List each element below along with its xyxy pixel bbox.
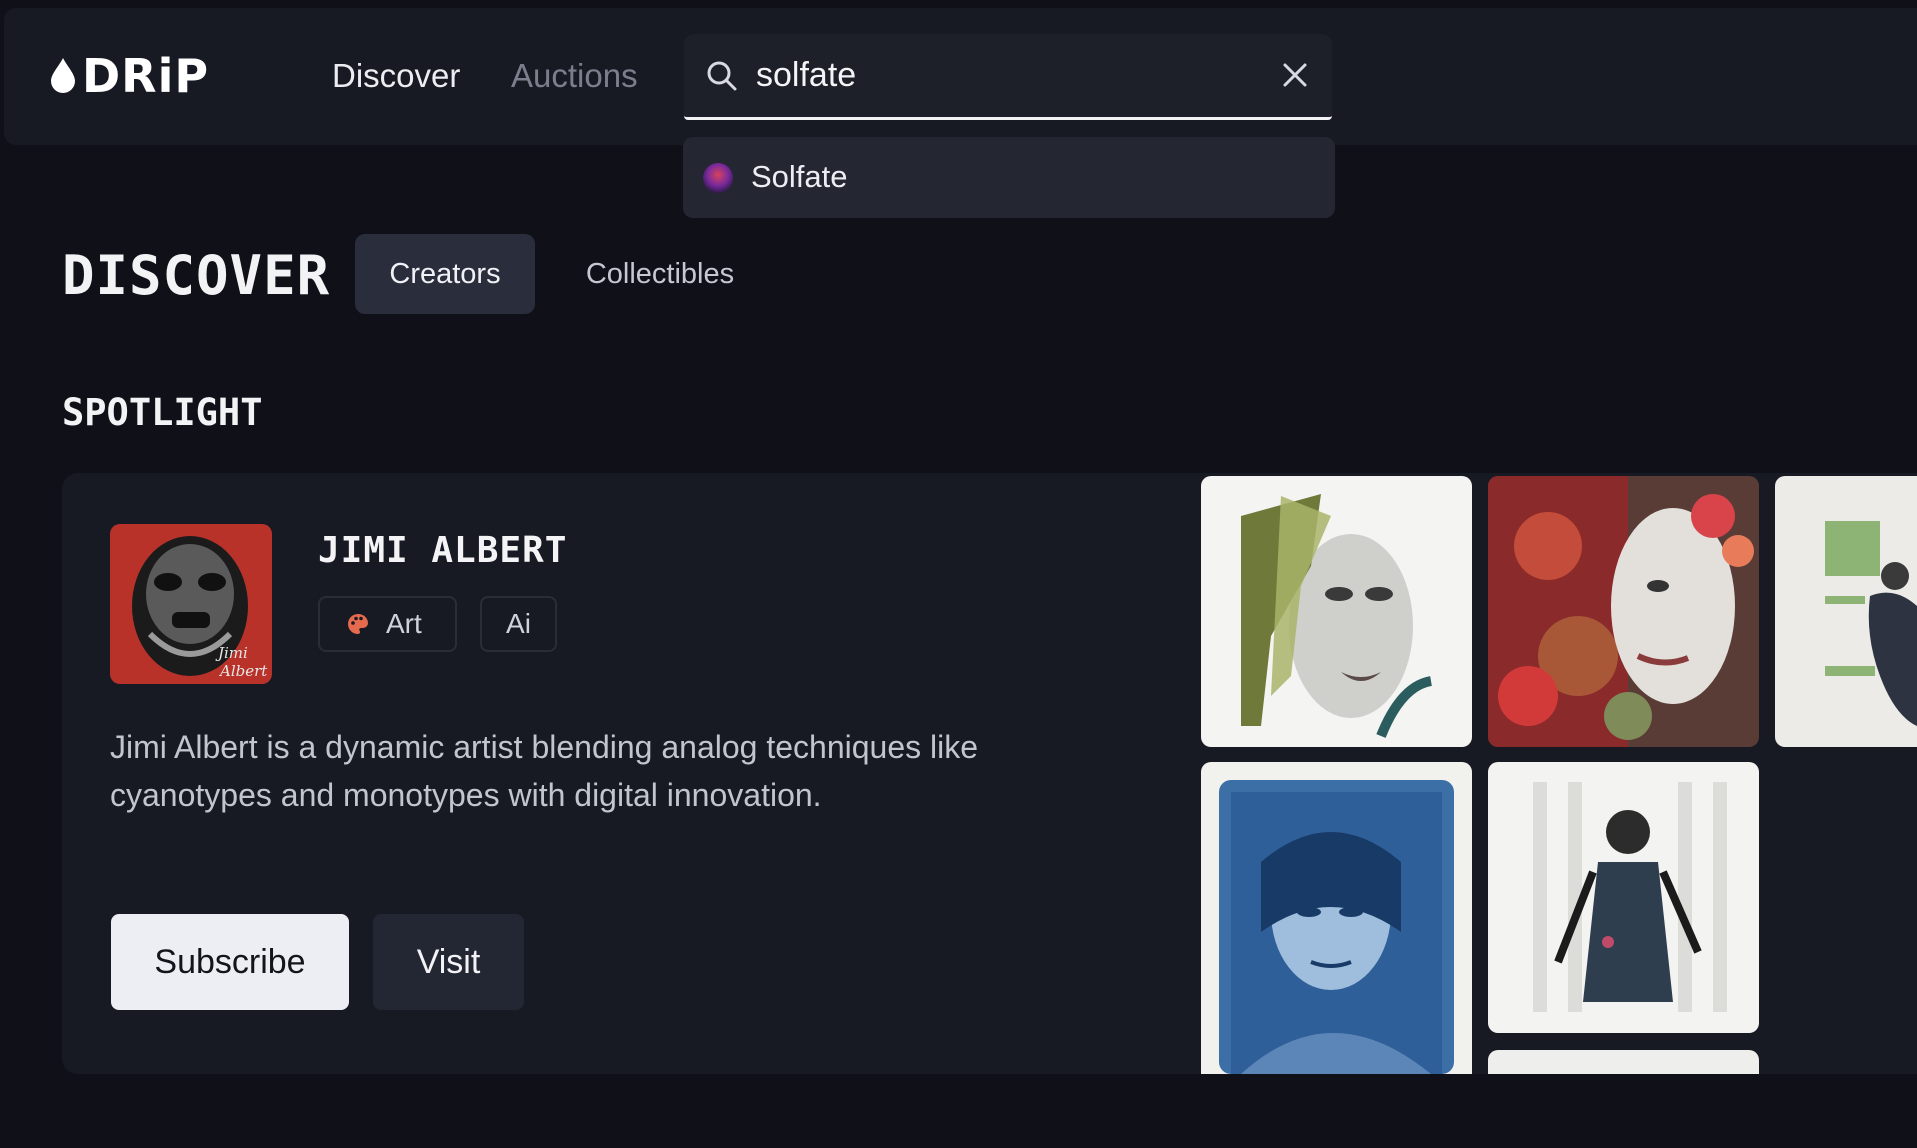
logo-text: DRiP: [82, 49, 210, 103]
subscribe-button[interactable]: Subscribe: [111, 914, 349, 1010]
visit-button[interactable]: Visit: [373, 914, 524, 1010]
artwork-image: [1488, 476, 1759, 747]
search-icon: [707, 61, 737, 91]
avatar-caption-2: Albert: [218, 662, 268, 680]
page-title: DISCOVER: [62, 244, 331, 307]
creator-bio: Jimi Albert is a dynamic artist blending…: [110, 729, 979, 813]
creator-avatar[interactable]: Jimi Albert: [110, 524, 272, 684]
solfate-avatar: [703, 163, 733, 193]
creator-avatar-image: Jimi Albert: [110, 524, 272, 684]
artwork-image: [1201, 762, 1472, 1074]
artwork-thumbnail[interactable]: [1201, 476, 1472, 747]
creator-name[interactable]: JIMI ALBERT: [318, 530, 567, 572]
search-input[interactable]: [756, 48, 1236, 102]
artwork-thumbnail[interactable]: [1488, 476, 1759, 747]
droplet-icon: [51, 58, 75, 93]
tag-ai-label: Ai: [506, 608, 531, 639]
artwork-thumbnail[interactable]: [1488, 762, 1759, 1033]
nav-auctions[interactable]: Auctions: [511, 56, 638, 96]
tag-art-label: Art: [386, 608, 422, 639]
section-title-spotlight: SPOTLIGHT: [62, 391, 263, 434]
tag-ai[interactable]: Ai: [480, 596, 557, 652]
tab-collectibles[interactable]: Collectibles: [560, 234, 760, 314]
nav-discover[interactable]: Discover: [332, 56, 460, 96]
artwork-image: [1775, 476, 1917, 747]
close-icon[interactable]: [1282, 62, 1308, 88]
artwork-image: [1488, 762, 1759, 1033]
search-suggestion-item[interactable]: Solfate: [683, 137, 1335, 218]
palette-icon: [348, 614, 368, 634]
avatar-caption-1: Jimi: [215, 644, 248, 662]
artwork-thumbnail[interactable]: [1775, 476, 1917, 747]
drip-logo[interactable]: DRiP: [50, 53, 209, 99]
tag-art[interactable]: Art: [318, 596, 457, 652]
artwork-thumbnail[interactable]: [1201, 762, 1472, 1074]
suggestion-label: Solfate: [751, 159, 848, 194]
artwork-image: [1201, 476, 1472, 747]
tab-creators[interactable]: Creators: [355, 234, 535, 314]
artwork-thumbnail[interactable]: [1488, 1050, 1759, 1074]
search-box[interactable]: [684, 34, 1332, 120]
